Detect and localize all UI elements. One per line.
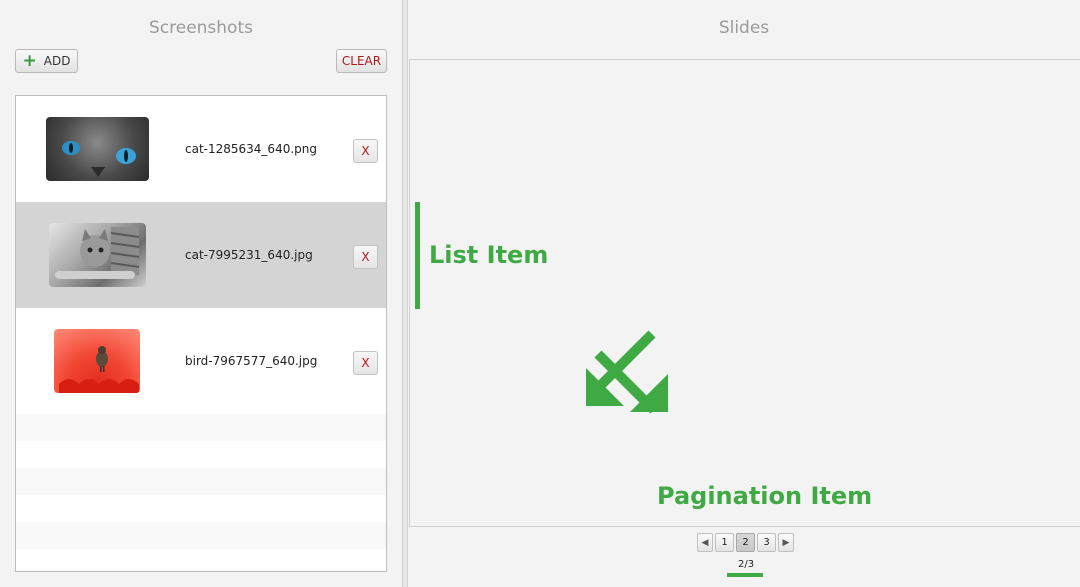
empty-row: [16, 441, 386, 468]
page-button[interactable]: 1: [715, 533, 734, 552]
add-button[interactable]: + ADD: [15, 49, 78, 73]
empty-row: [16, 495, 386, 522]
prev-page-button[interactable]: ◀: [697, 533, 713, 552]
swap-arrows-icon: [586, 330, 668, 414]
plus-icon: +: [22, 50, 37, 71]
page-indicator: 2/3: [738, 559, 755, 570]
file-name: bird-7967577_640.jpg: [185, 354, 318, 368]
slides-title: Slides: [718, 18, 770, 38]
file-name: cat-7995231_640.jpg: [185, 248, 313, 262]
file-name: cat-1285634_640.png: [185, 142, 317, 156]
next-page-button[interactable]: ▶: [778, 533, 794, 552]
empty-row: [16, 522, 386, 549]
slides-pane: Slides List Item Pagination Item ◀ 1 2 3…: [408, 0, 1080, 587]
slide-view: List Item Pagination Item: [409, 59, 1080, 527]
add-button-label: ADD: [43, 54, 71, 68]
page-button[interactable]: 2: [736, 533, 755, 552]
list-item[interactable]: bird-7967577_640.jpg X: [16, 308, 386, 414]
list-item[interactable]: cat-7995231_640.jpg X: [16, 202, 386, 308]
remove-button[interactable]: X: [353, 351, 378, 375]
bird-thumbnail: [54, 329, 140, 393]
list-item[interactable]: cat-1285634_640.png X: [16, 96, 386, 202]
remove-button[interactable]: X: [353, 139, 378, 163]
screenshots-title: Screenshots: [148, 18, 253, 38]
empty-row: [16, 468, 386, 495]
cat-scratcher-thumbnail: [49, 223, 146, 287]
triangle-left-icon: ◀: [701, 537, 709, 548]
screenshots-pane: Screenshots + ADD CLEAR cat-1285634_640.…: [0, 0, 402, 587]
list-item-annotation: List Item: [429, 241, 549, 269]
page-button[interactable]: 3: [757, 533, 776, 552]
pagination-item-annotation: Pagination Item: [657, 482, 873, 510]
clear-button[interactable]: CLEAR: [336, 49, 387, 73]
remove-button[interactable]: X: [353, 245, 378, 269]
cat-eyes-thumbnail: [46, 117, 149, 181]
list-item-marker: [415, 202, 420, 309]
pagination-control: ◀ 1 2 3 ▶: [697, 533, 794, 553]
empty-row: [16, 414, 386, 441]
triangle-right-icon: ▶: [782, 537, 790, 548]
pagination-item-marker: [727, 573, 763, 577]
empty-row: [16, 549, 386, 571]
screenshot-list[interactable]: cat-1285634_640.png X cat-7995231_640.jp…: [15, 95, 387, 572]
